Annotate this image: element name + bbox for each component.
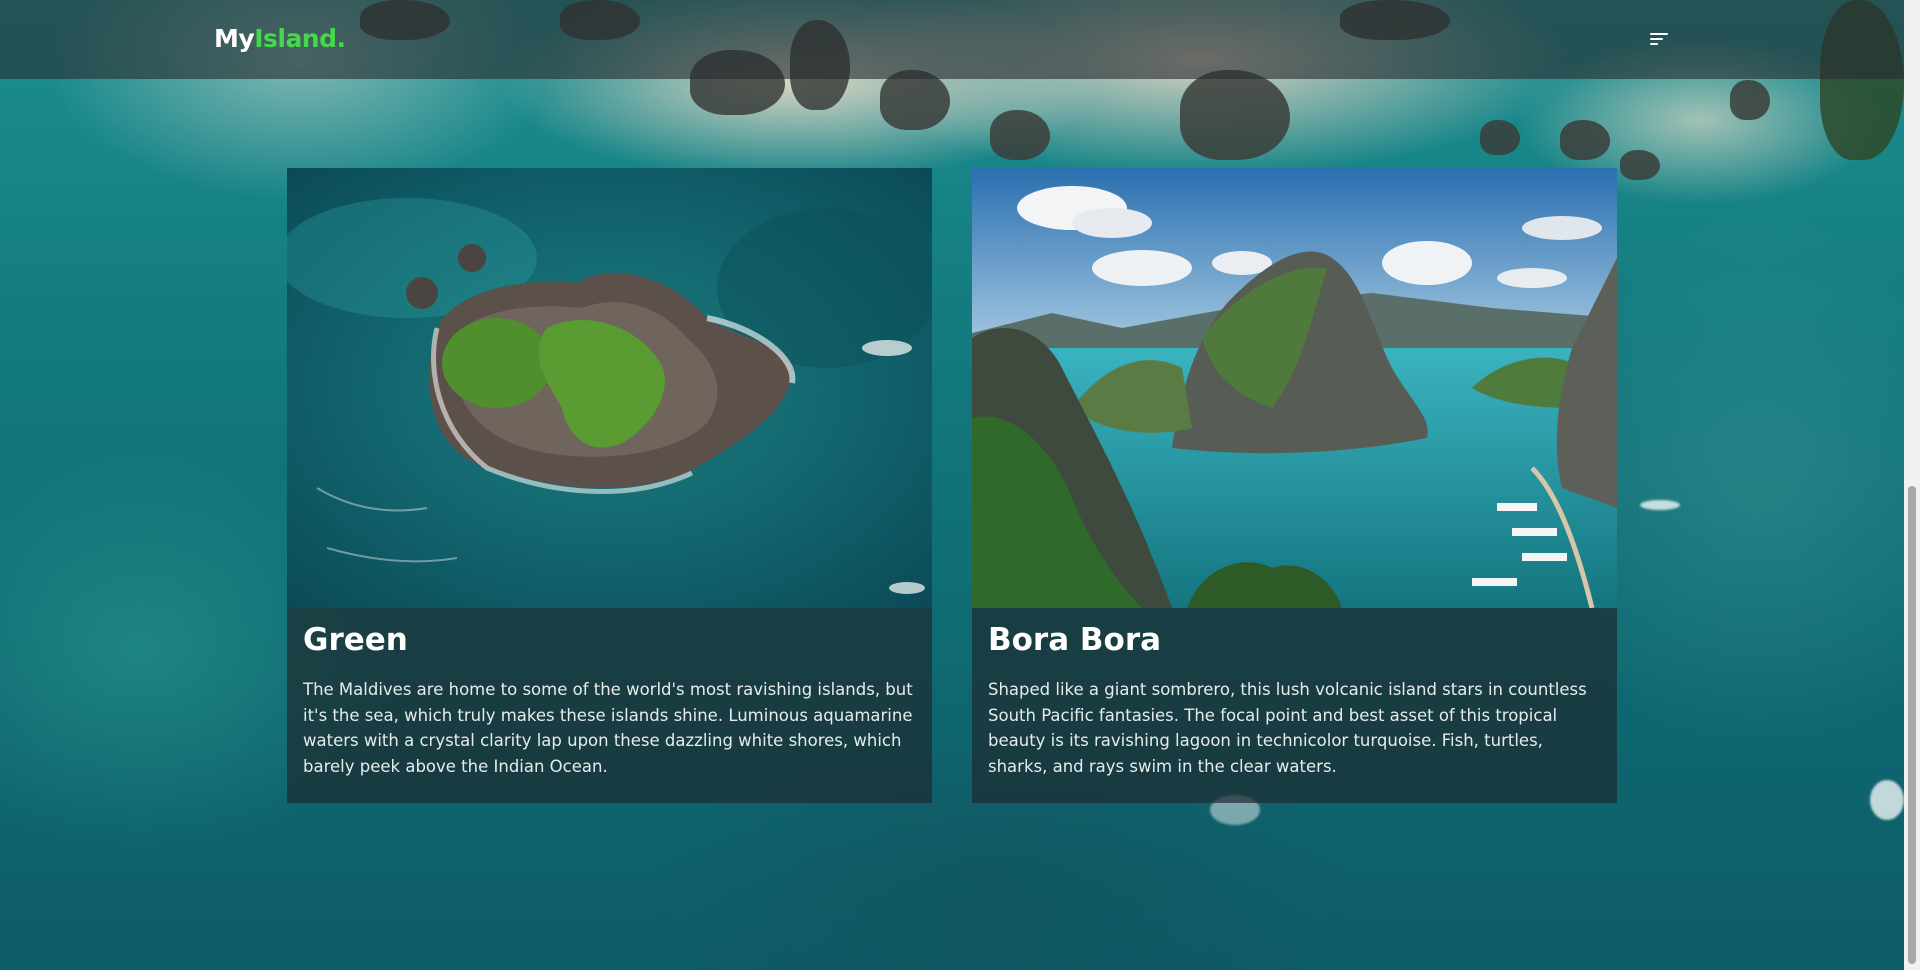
island-card-green[interactable]: Green The Maldives are home to some of t… [287,168,932,803]
island-photo-green [287,168,932,608]
island-photo-bora-bora [972,168,1617,608]
site-header: MyIsland. [0,0,1904,79]
page-scrollbar[interactable] [1904,0,1920,970]
logo-text-island: Island. [254,24,346,53]
card-description: The Maldives are home to some of the wor… [303,680,913,776]
scrollbar-thumb[interactable] [1908,486,1916,964]
hamburger-menu-icon[interactable] [1648,28,1672,50]
card-title: Green [303,622,408,658]
card-title: Bora Bora [988,622,1162,658]
island-card-bora-bora[interactable]: Bora Bora Shaped like a giant sombrero, … [972,168,1617,803]
site-logo[interactable]: MyIsland. [214,24,346,53]
card-description: Shaped like a giant sombrero, this lush … [988,680,1587,776]
logo-text-my: My [214,24,255,53]
